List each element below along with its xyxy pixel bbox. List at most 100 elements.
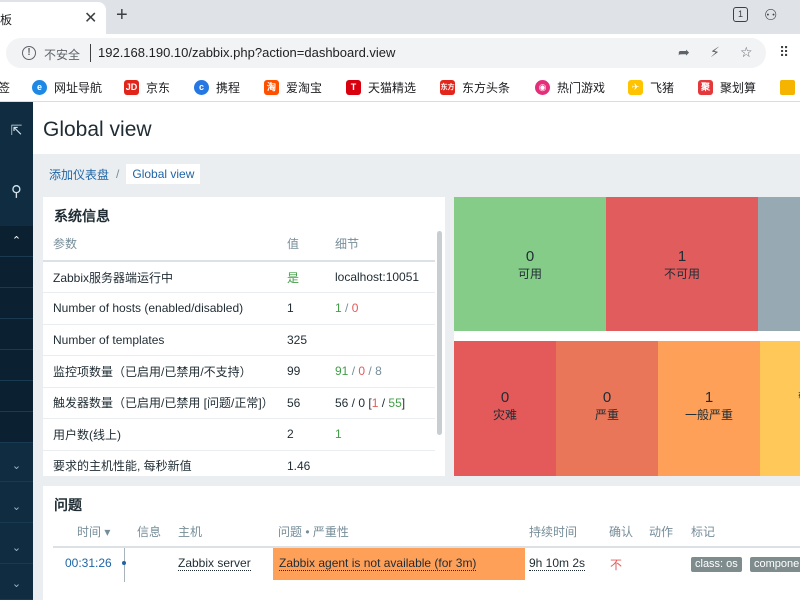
bookmark-item[interactable]: ✈ 飞猪 [628,78,674,96]
detail-cell: 91 / 0 / 8 [335,355,435,388]
security-label[interactable]: 不安全 [44,46,80,63]
timeline-dot-icon [122,561,126,565]
browser-tab-strip: 板 ✕ + 1 ⚇ [0,0,800,34]
tile-label: 可用 [517,267,542,281]
bookmark-label: 签 [0,80,11,95]
timeline-line [124,548,125,582]
value-cell: 1.46 [287,450,335,476]
sidebar-subitem[interactable] [0,288,33,319]
sidebar-item-monitoring[interactable]: ⌃ [0,226,33,257]
host-availability-tile-available[interactable]: 0 可用 [454,197,606,331]
bookmark-label: 飞猪 [650,80,675,95]
column-header-tags: 标记 [691,525,716,539]
bookmark-item[interactable]: 东方 东方头条 [440,78,510,96]
bookmark-item[interactable]: 签 [0,78,10,96]
column-header-host[interactable]: 主机 [178,523,202,540]
column-header-value: 值 [287,227,335,262]
column-header-info: 信息 [137,525,162,539]
breadcrumb-parent[interactable]: 添加仪表盘 [49,166,109,183]
detail-part: 0 [351,301,359,316]
column-header-param: 参数 [43,227,287,262]
detail-part: / [341,301,352,316]
sidebar-subitem[interactable] [0,257,33,288]
severity-tile-warning[interactable]: 警 [760,341,800,476]
detail-cell: 1 [335,418,435,451]
game-icon: ◉ [535,79,550,95]
tab-counter-icon[interactable]: 1 [733,7,748,22]
sidebar-subitem[interactable] [0,350,33,381]
juhuasuan-icon: 聚 [698,79,713,95]
problem-ack-link[interactable]: 不 [610,556,622,573]
address-bar[interactable]: ! 不安全 192.168.190.10/zabbix.php?action=d… [6,38,766,68]
problem-tag[interactable]: compone [750,557,800,572]
bookmark-item[interactable]: 淘 爱淘宝 [264,78,322,96]
column-header-problem[interactable]: 问题 • 严重性 [278,523,349,540]
ctrip-icon: c [194,79,209,95]
column-header-detail: 细节 [335,227,435,262]
breadcrumb-current[interactable]: Global view [126,164,201,184]
problem-tag[interactable]: class: os [691,557,742,572]
share-icon[interactable]: ➦ [678,44,690,61]
severity-tile-disaster[interactable]: 0 灾难 [454,341,556,476]
browser-tab[interactable]: 板 ✕ [0,2,106,34]
bookmark-item[interactable]: JD 京东 [124,78,170,96]
bookmark-label: 东方头条 [462,80,511,95]
tile-count: 0 [602,389,612,406]
detail-part: 8 [375,364,382,379]
tile-count: 1 [704,389,714,406]
column-header-time[interactable]: 时间 ▾ [77,523,110,540]
incognito-icon[interactable]: ⚇ [764,6,777,24]
collapse-sidebar-icon[interactable]: ⇱ [0,122,33,139]
bookmark-item[interactable]: c 携程 [194,78,240,96]
column-header-ack: 确认 [609,525,634,539]
bookmark-star-icon[interactable]: ☆ [740,44,753,61]
extensions-icon[interactable]: ⠿ [779,44,789,61]
bookmark-item[interactable]: e 网址导航 [32,78,102,96]
bookmark-label: 网址导航 [54,80,103,95]
problem-time-link[interactable]: 00:31:26 [65,556,112,570]
detail-part: ] [401,395,406,410]
not-secure-icon[interactable]: ! [22,46,36,60]
page-header: Global view [33,102,800,154]
dongfang-icon: 东方 [440,79,455,95]
close-tab-icon[interactable]: ✕ [84,8,97,28]
search-icon[interactable]: ⚲ [0,182,33,200]
tmall-icon: T [346,79,361,95]
bookmark-label: 携程 [216,80,241,95]
sidebar-item-expand[interactable]: ⌄ [0,569,33,600]
value-cell: 325 [287,324,335,356]
severity-tile-average[interactable]: 1 一般严重 [658,341,760,476]
bookmark-item[interactable]: T 天猫精选 [346,78,416,96]
bookmark-item[interactable]: ◉ 热门游戏 [535,78,605,96]
bookmark-item[interactable]: 聚 聚划算 [698,78,756,96]
sidebar-subitem[interactable] [0,319,33,350]
widget-scrollbar[interactable] [437,231,442,435]
bookmark-label: 天猫精选 [368,80,417,95]
sidebar-item-expand[interactable]: ⌄ [0,451,33,482]
tile-label: 一般严重 [684,408,733,422]
sidebar-subitem[interactable] [0,381,33,412]
host-availability-tile-unavailable[interactable]: 1 不可用 [606,197,758,331]
host-availability-tile-unknown[interactable] [758,197,800,331]
problem-duration-link[interactable]: 9h 10m 2s [529,556,586,571]
sidebar-item-expand[interactable]: ⌄ [0,492,33,523]
bookmarks-bar: 签 e 网址导航 JD 京东 c 携程 淘 爱淘宝 T 天猫精选 东方 东方头条… [0,72,800,102]
extension-bolt-icon[interactable]: ⚡ [710,44,720,61]
breadcrumb-separator: / [116,167,120,181]
column-header-duration: 持续时间 [529,525,578,539]
severity-tile-high[interactable]: 0 严重 [556,341,658,476]
sidebar-subitem[interactable] [0,412,33,443]
value-cell: 2 [287,418,335,451]
sidebar-item-expand[interactable]: ⌄ [0,533,33,564]
new-tab-icon[interactable]: + [116,4,128,27]
problem-host-link[interactable]: Zabbix server [178,556,251,571]
status-tiles-widget: 0 可用 1 不可用 0 灾难 0 严重 1 一般严重 [454,197,800,476]
bookmark-folder[interactable] [780,78,800,96]
zabbix-sidebar: ⇱ ⚲ ⌃ ⌄ ⌄ ⌄ ⌄ [0,102,33,600]
param-cell: Number of hosts (enabled/disabled) [43,292,287,325]
breadcrumb: 添加仪表盘 / Global view [49,164,201,184]
url-text[interactable]: 192.168.190.10/zabbix.php?action=dashboa… [98,45,395,60]
table-header-row: 参数 值 细节 [43,227,435,262]
problem-name-link[interactable]: Zabbix agent is not available (for 3m) [279,556,477,571]
problem-severity-cell[interactable]: Zabbix agent is not available (for 3m) [273,548,525,580]
